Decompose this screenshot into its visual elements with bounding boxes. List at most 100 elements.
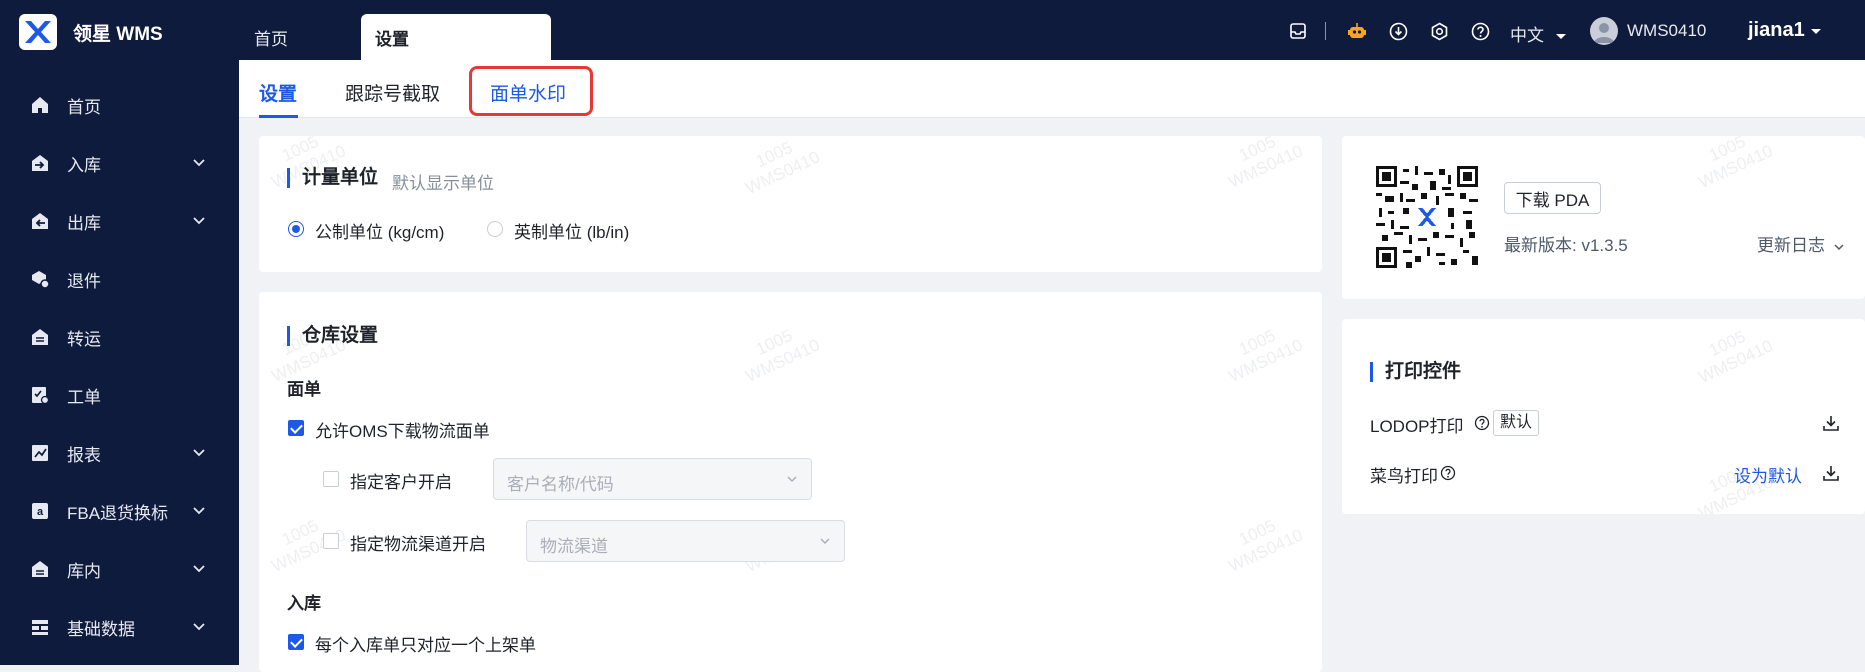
pda-version: 最新版本: v1.3.5: [1504, 236, 1628, 255]
label-section-heading: 面单: [287, 380, 321, 399]
watermark: 1005WMS0410: [742, 325, 823, 386]
inbox-icon[interactable]: [1287, 20, 1309, 42]
user-menu[interactable]: jiana1: [1748, 19, 1822, 42]
help-icon[interactable]: [1440, 465, 1456, 481]
default-badge: 默认: [1493, 410, 1540, 436]
sidebar-item-outbound[interactable]: 出库: [0, 201, 239, 241]
changelog-label: 更新日志: [1757, 236, 1825, 255]
allow-oms-label[interactable]: 允许OMS下载物流面单: [315, 417, 490, 442]
logo[interactable]: [19, 14, 57, 50]
download-icon[interactable]: [1822, 414, 1840, 432]
sidebar-item-work-order[interactable]: 工单: [0, 375, 239, 415]
units-card: 1005 WMS0410 1005 WMS0410 1005 WMS0410 计量单位…: [259, 136, 1322, 272]
watermark: 1005WMS0410: [742, 137, 823, 198]
channel-select[interactable]: 物流渠道: [526, 520, 845, 562]
watermark: 1005WMS0410: [1225, 325, 1306, 386]
inbound-rule-checkbox[interactable]: [288, 634, 304, 650]
watermark: 1005WMS0410: [1225, 515, 1306, 576]
inbound-icon: [29, 152, 51, 174]
language-label: 中文: [1510, 26, 1544, 45]
tab-tracking-number-truncate[interactable]: 跟踪号截取: [345, 79, 440, 106]
sidebar-item-reports[interactable]: 报表: [0, 433, 239, 473]
sidebar-item-label: 报表: [67, 445, 101, 465]
inbound-rule-label[interactable]: 每个入库单只对应一个上架单: [315, 631, 536, 656]
customer-enable-checkbox[interactable]: [323, 471, 339, 487]
highlight-box: [469, 66, 593, 116]
download-icon[interactable]: [1822, 464, 1840, 482]
sidebar-item-home[interactable]: 首页: [0, 85, 239, 125]
caret-down-icon: [1811, 29, 1822, 34]
tab-settings[interactable]: 设置: [361, 14, 551, 60]
help-icon[interactable]: [1474, 415, 1490, 431]
customer-select[interactable]: 客户名称/代码: [493, 458, 812, 500]
sidebar-item-label: 退件: [67, 271, 101, 291]
warehouse-icon: [29, 558, 51, 580]
robot-icon[interactable]: [1346, 20, 1368, 42]
data-icon: [29, 616, 51, 638]
svg-text:a: a: [37, 506, 44, 518]
amazon-icon: a: [29, 500, 51, 522]
allow-oms-checkbox[interactable]: [288, 420, 304, 436]
chevron-down-icon: [192, 214, 206, 228]
chevron-down-icon: [192, 504, 206, 518]
tab-general-settings[interactable]: 设置: [259, 79, 297, 106]
units-hint: 默认显示单位: [392, 174, 494, 193]
caret-down-icon: [1555, 34, 1566, 39]
return-icon: [29, 268, 51, 290]
sidebar-item-base-data[interactable]: 基础数据: [0, 607, 239, 647]
metric-radio[interactable]: [288, 221, 304, 237]
download-pda-button[interactable]: 下载 PDA: [1504, 182, 1601, 214]
sidebar-item-label: 库内: [67, 561, 101, 581]
watermark: 1005WMS0410: [1695, 326, 1776, 387]
sidebar-item-inbound[interactable]: 入库: [0, 143, 239, 183]
download-icon[interactable]: [1387, 20, 1409, 42]
section-title-warehouse: 仓库设置: [287, 326, 378, 346]
cainiao-label: 菜鸟打印: [1370, 467, 1438, 486]
outbound-icon: [29, 210, 51, 232]
transfer-icon: [29, 326, 51, 348]
sidebar-item-label: FBA退货换标: [67, 503, 169, 523]
changelog-link[interactable]: 更新日志: [1757, 231, 1844, 256]
sidebar-item-label: 转运: [67, 329, 101, 349]
settings-icon[interactable]: [1428, 20, 1450, 42]
imperial-radio[interactable]: [487, 221, 503, 237]
language-select[interactable]: 中文: [1510, 21, 1567, 46]
set-default-link[interactable]: 设为默认: [1734, 462, 1802, 487]
toolbar-divider: [1325, 22, 1326, 40]
work-order-icon: [29, 384, 51, 406]
help-icon[interactable]: [1469, 20, 1491, 42]
sidebar-item-returns[interactable]: 退件: [0, 259, 239, 299]
watermark: 1005WMS0410: [1695, 136, 1776, 192]
metric-label[interactable]: 公制单位 (kg/cm): [315, 218, 444, 243]
tab-home[interactable]: 首页: [240, 14, 350, 60]
channel-enable-label[interactable]: 指定物流渠道开启: [350, 530, 486, 555]
top-bar: 领星 WMS 首页 设置 中文 WMS0410 jiana1: [0, 0, 1865, 60]
section-title-units: 计量单位: [287, 168, 378, 188]
imperial-label[interactable]: 英制单位 (lb/in): [514, 218, 629, 243]
avatar[interactable]: [1590, 17, 1618, 45]
pda-card: 1005 WMS0410 下载 PDA 最新版本: v1.3.5 更新日志: [1342, 136, 1865, 299]
warehouse-settings-card: 1005 WMS0410 1005 WMS0410 1005 WMS0410 1005…: [259, 292, 1322, 672]
print-control-card: 1005 WMS0410 1005 WMS0410 打印控件 LODOP打印 默认 …: [1342, 319, 1865, 514]
channel-enable-checkbox[interactable]: [323, 533, 339, 549]
customer-enable-label[interactable]: 指定客户开启: [350, 468, 452, 493]
account-name[interactable]: WMS0410: [1627, 21, 1706, 41]
sidebar-item-label: 基础数据: [67, 619, 135, 639]
sidebar-item-label: 出库: [67, 213, 101, 233]
sidebar-item-inventory[interactable]: 库内: [0, 549, 239, 589]
report-icon: [29, 442, 51, 464]
lodop-label: LODOP打印: [1370, 417, 1464, 436]
chevron-down-icon: [192, 156, 206, 170]
home-icon: [29, 94, 51, 116]
settings-tabs: 设置 跟踪号截取 面单水印: [239, 60, 1865, 118]
inbound-section-heading: 入库: [287, 594, 321, 613]
sidebar-item-fba-relabel[interactable]: a FBA退货换标: [0, 491, 239, 531]
section-title-print: 打印控件: [1370, 362, 1461, 382]
watermark: 1005WMS0410: [1225, 136, 1306, 192]
active-tab-indicator: [259, 115, 298, 118]
sidebar-item-transfer[interactable]: 转运: [0, 317, 239, 357]
chevron-down-icon: [820, 538, 830, 545]
pda-qr-code: [1376, 166, 1478, 268]
sidebar: 首页 入库 出库 退件 转运 工单 报表 a FBA退货换标 库内 基础数据: [0, 60, 239, 665]
channel-select-placeholder: 物流渠道: [540, 537, 608, 556]
